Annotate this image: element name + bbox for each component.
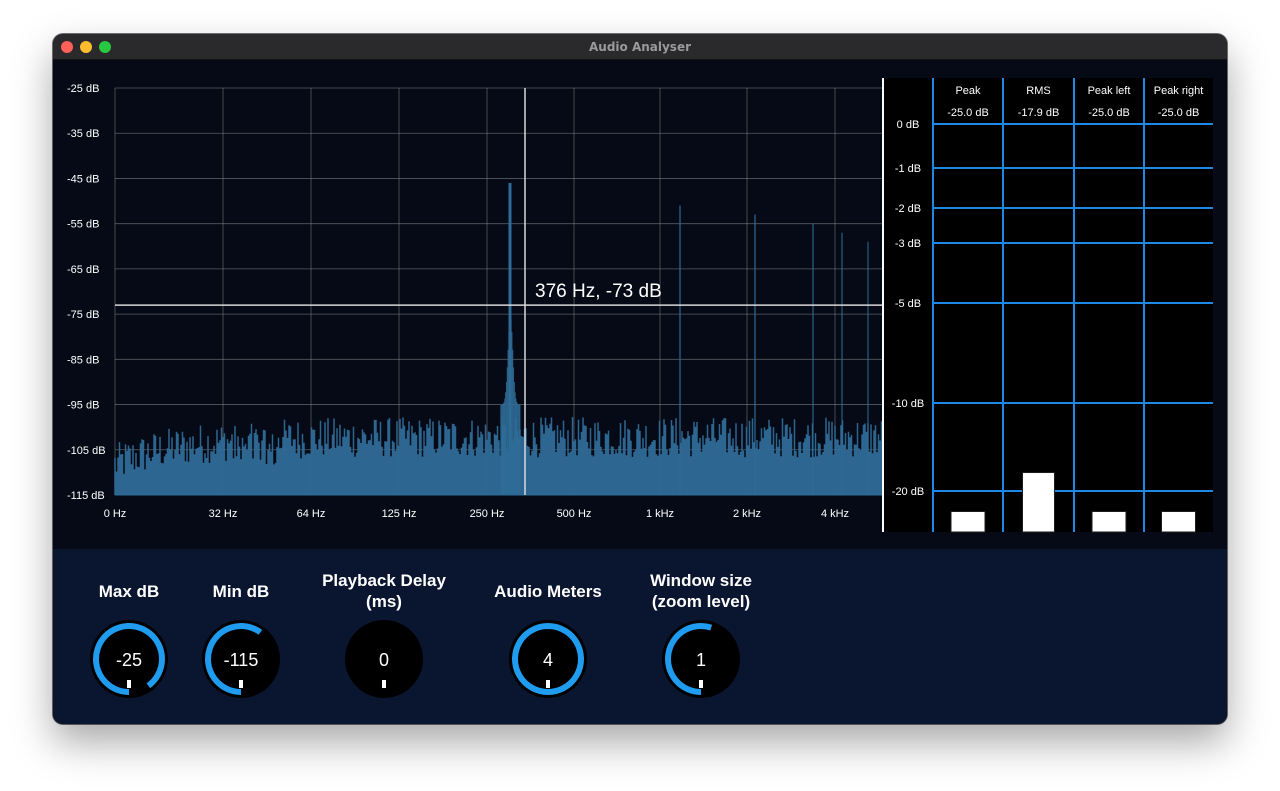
meter-level-bar [1022,472,1055,533]
knob-label-line: Playback Delay [322,571,446,590]
knob-label-line: Window size [650,571,752,590]
knob-label-line: Min dB [212,582,270,601]
meter-column-header: Peak [955,85,981,97]
spectrum-peak [754,214,756,495]
y-tick-label: -25 dB [67,83,99,95]
knob-control[interactable]: Playback Delay (ms) 0 [304,549,464,724]
meter-column-header: Peak right [1154,85,1204,97]
knob-label: Audio Meters [468,581,628,602]
spectrum-peak [867,241,869,495]
controls-panel: Max dB -25 Min dB -115 Playback Delay (ms) 0 Au… [53,549,1227,724]
meter-column-value: -25.0 dB [947,107,989,119]
y-tick-label: -75 dB [67,309,99,321]
spectrum-peak [679,205,681,496]
knob-label: Playback Delay (ms) [304,570,464,612]
knob-pointer [239,680,243,688]
y-tick-label: -105 dB [67,445,106,457]
meter-level-bar [950,511,986,533]
y-tick-label: -85 dB [67,354,99,366]
knob-dial[interactable]: -115 [196,614,286,704]
knob-dial[interactable]: 0 [339,614,429,704]
meter-level-bar [1161,511,1196,533]
knob-dial[interactable]: 4 [503,614,593,704]
x-tick-label: 64 Hz [297,508,326,520]
meter-scale-label: -2 dB [895,203,921,215]
meter-column-header: RMS [1026,85,1050,97]
knob-label-line: (ms) [366,592,402,611]
app-window: Audio Analyser -25 dB -35 dB -45 dB -55 dB -… [53,34,1227,724]
meter-column-value: -25.0 dB [1158,107,1200,119]
knob-pointer [546,680,550,688]
title-bar[interactable]: Audio Analyser [53,34,1227,60]
main-content: -25 dB -35 dB -45 dB -55 dB -65 dB -75 dB -85 … [53,60,1227,724]
knob-pointer [699,680,703,688]
knob-control[interactable]: Audio Meters 4 [468,549,628,724]
knob-value: -115 [224,650,259,670]
meter-level-bar [1091,511,1127,533]
y-tick-label: -45 dB [67,173,99,185]
knob-label: Min dB [161,581,321,602]
meter-scale-label: -3 dB [895,238,921,250]
x-tick-label: 500 Hz [557,508,592,520]
meter-scale-label: -20 dB [892,486,924,498]
meter-column-value: -25.0 dB [1088,107,1130,119]
knob-control[interactable]: Min dB -115 [161,549,321,724]
y-tick-label: -35 dB [67,128,99,140]
knob-value: -25 [116,650,142,670]
y-tick-label: -95 dB [67,400,99,412]
knob-control[interactable]: Window size (zoom level) 1 [621,549,781,724]
window-title: Audio Analyser [588,40,692,54]
cursor-readout: 376 Hz, -73 dB [535,281,662,302]
spectrum-analyser-panel[interactable]: -25 dB -35 dB -45 dB -55 dB -65 dB -75 dB -85 … [53,60,1227,549]
knob-label-line: Audio Meters [494,582,602,601]
meter-scale-label: -10 dB [892,398,924,410]
meter-column-header: Peak left [1088,85,1131,97]
knob-value: 4 [543,650,553,670]
spectrum-peak [812,223,814,495]
spectrum-peak [841,232,843,495]
x-tick-label: 1 kHz [646,508,674,520]
y-tick-label: -115 dB [67,490,105,502]
knob-value: 0 [379,650,389,670]
knob-pointer [382,680,386,688]
meter-scale-label: 0 dB [897,119,920,131]
x-tick-label: 125 Hz [382,508,417,520]
x-tick-label: 0 Hz [104,508,127,520]
audio-meters-panel: 0 dB -1 dB -2 dB -3 dB -5 dB -10 dB -20 dB Peak… [882,78,1213,533]
x-tick-label: 4 kHz [821,508,849,520]
x-tick-label: 250 Hz [470,508,505,520]
knob-dial[interactable]: 1 [656,614,746,704]
x-tick-label: 32 Hz [209,508,238,520]
knob-value: 1 [696,650,706,670]
x-tick-label: 2 kHz [733,508,761,520]
meter-column-value: -17.9 dB [1018,107,1060,119]
meter-scale-label: -5 dB [895,298,921,310]
knob-label: Window size (zoom level) [621,570,781,612]
knob-pointer [127,680,131,688]
y-tick-label: -65 dB [67,264,99,276]
knob-label-line: (zoom level) [651,592,751,611]
y-tick-label: -55 dB [67,219,99,231]
meter-scale-label: -1 dB [895,163,921,175]
